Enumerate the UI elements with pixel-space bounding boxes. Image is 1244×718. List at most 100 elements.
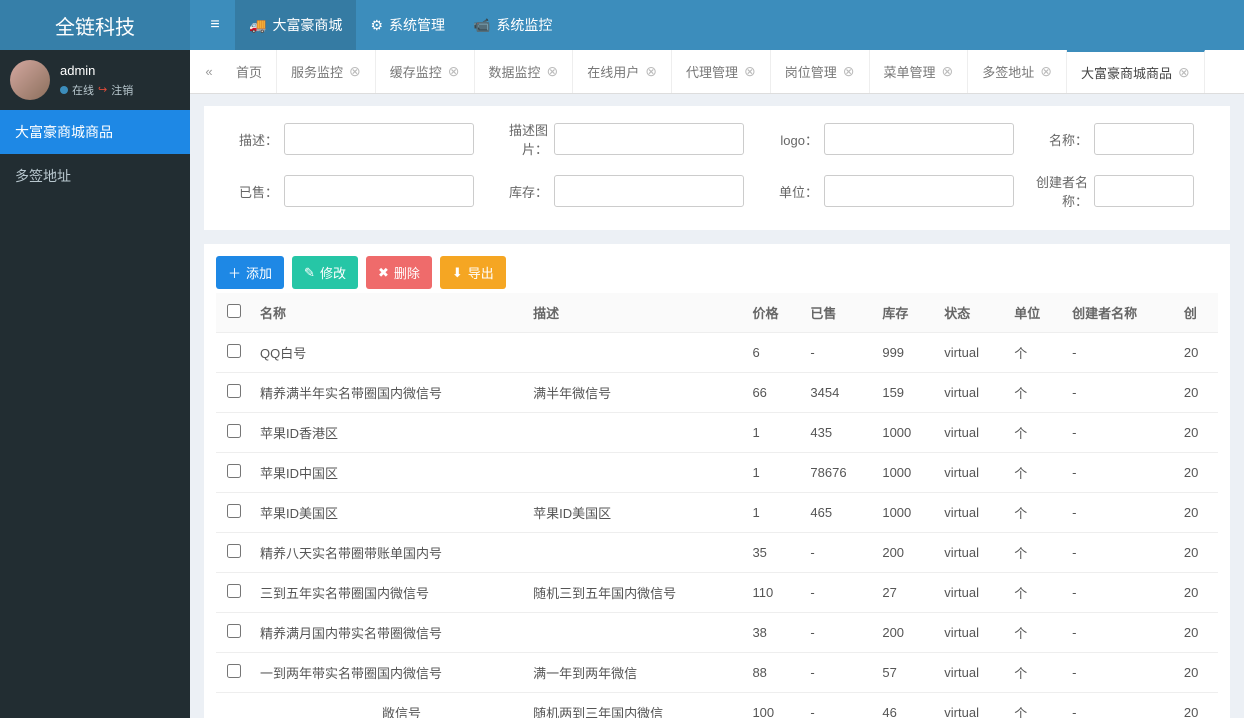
column-header[interactable]: 名称 (252, 293, 525, 333)
topnav-label: 系统监控 (496, 15, 552, 35)
close-icon[interactable]: ⊗ (942, 63, 954, 80)
user-panel: admin 在线 ↪ 注销 (0, 50, 190, 110)
tab[interactable]: 多签地址⊗ (968, 50, 1067, 93)
topnav-item[interactable]: ⚙系统管理 (356, 0, 459, 50)
column-header[interactable]: 状态 (936, 293, 1006, 333)
cell-price: 1 (744, 493, 802, 533)
cell-sold: 3454 (802, 373, 874, 413)
cell-sold: - (802, 573, 874, 613)
sidebar-item[interactable]: 多签地址 (0, 154, 190, 198)
field-label: 单位： (754, 182, 824, 201)
table-row[interactable]: 精养满月国内带实名带圈微信号38-200virtual个-20 (216, 613, 1218, 653)
field-input[interactable] (284, 175, 474, 207)
select-all-checkbox[interactable] (227, 304, 241, 318)
field-input[interactable] (824, 175, 1014, 207)
tab[interactable]: 代理管理⊗ (672, 50, 771, 93)
field-input[interactable] (554, 175, 744, 207)
cell-desc (525, 533, 744, 573)
delete-button[interactable]: ✖删除 (366, 256, 432, 289)
row-checkbox[interactable] (227, 584, 241, 598)
close-icon[interactable]: ⊗ (547, 63, 559, 80)
field-input[interactable] (1094, 175, 1194, 207)
cell-sold: 465 (802, 493, 874, 533)
table-row[interactable]: 三到五年实名带圈国内微信号随机三到五年国内微信号110-27virtual个-2… (216, 573, 1218, 613)
edit-button[interactable]: ✎修改 (292, 256, 358, 289)
column-header[interactable]: 创建者名称 (1064, 293, 1176, 333)
cell-desc: 苹果ID美国区 (525, 493, 744, 533)
row-checkbox[interactable] (227, 424, 241, 438)
close-icon[interactable]: ⊗ (744, 63, 756, 80)
table-row[interactable]: 敞信号随机两到三年国内微信100-46virtual个-20 (216, 693, 1218, 718)
cell-desc: 随机三到五年国内微信号 (525, 573, 744, 613)
column-header[interactable]: 库存 (874, 293, 936, 333)
logout-link[interactable]: 注销 (111, 82, 133, 98)
close-icon[interactable]: ⊗ (645, 63, 657, 80)
tab[interactable]: 首页 (222, 50, 277, 93)
row-checkbox[interactable] (227, 624, 241, 638)
table-row[interactable]: 精养满半年实名带圈国内微信号满半年微信号663454159virtual个-20 (216, 373, 1218, 413)
column-header[interactable]: 创 (1176, 293, 1218, 333)
field-input[interactable] (554, 123, 744, 155)
close-icon[interactable]: ⊗ (349, 63, 361, 80)
user-status-label: 在线 (72, 82, 94, 98)
close-icon[interactable]: ⊗ (1178, 64, 1190, 81)
sidebar-toggle[interactable]: ≡ (195, 16, 235, 34)
cell-desc (525, 333, 744, 373)
column-header[interactable]: 单位 (1006, 293, 1064, 333)
column-header[interactable]: 价格 (744, 293, 802, 333)
cell-creator: - (1064, 693, 1176, 718)
topnav-item[interactable]: 📹系统监控 (459, 0, 566, 50)
row-checkbox[interactable] (227, 344, 241, 358)
row-checkbox[interactable] (227, 504, 241, 518)
cell-sold: - (802, 533, 874, 573)
tab[interactable]: 服务监控 ⊗ (277, 50, 376, 93)
row-checkbox[interactable] (227, 384, 241, 398)
tab-scroll-left[interactable]: « (196, 50, 222, 93)
tab[interactable]: 缓存监控⊗ (376, 50, 475, 93)
column-header[interactable]: 已售 (802, 293, 874, 333)
field-label: 创建者名称： (1024, 172, 1094, 210)
cell-price: 100 (744, 693, 802, 718)
table-row[interactable]: 苹果ID美国区苹果ID美国区14651000virtual个-20 (216, 493, 1218, 533)
form-group: 描述： (214, 120, 474, 158)
column-header[interactable]: 描述 (525, 293, 744, 333)
row-checkbox[interactable] (227, 464, 241, 478)
table-row[interactable]: 一到两年带实名带圈国内微信号满一年到两年微信88-57virtual个-20 (216, 653, 1218, 693)
tab[interactable]: 数据监控 ⊗ (475, 50, 574, 93)
close-icon[interactable]: ⊗ (843, 63, 855, 80)
export-button[interactable]: ⬇导出 (440, 256, 506, 289)
table-row[interactable]: 精养八天实名带圈带账单国内号35-200virtual个-20 (216, 533, 1218, 573)
table-row[interactable]: 苹果ID中国区1786761000virtual个-20 (216, 453, 1218, 493)
form-group: 库存： (484, 172, 744, 210)
form-group: 名称： (1024, 120, 1194, 158)
cell-desc (525, 613, 744, 653)
cell-ext: 20 (1176, 653, 1218, 693)
close-icon[interactable]: ⊗ (448, 63, 460, 80)
field-label: 名称： (1024, 130, 1094, 149)
field-input[interactable] (284, 123, 474, 155)
tab-label: 数据监控 (489, 62, 541, 81)
cell-stock: 27 (874, 573, 936, 613)
row-checkbox[interactable] (227, 544, 241, 558)
field-input[interactable] (1094, 123, 1194, 155)
table-row[interactable]: 苹果ID香港区14351000virtual个-20 (216, 413, 1218, 453)
cell-price: 1 (744, 413, 802, 453)
tab[interactable]: 菜单管理⊗ (870, 50, 969, 93)
tab-label: 服务监控 (291, 62, 343, 81)
add-button[interactable]: ＋添加 (216, 256, 284, 289)
cell-stock: 200 (874, 613, 936, 653)
tab[interactable]: 大富豪商城商品⊗ (1067, 50, 1205, 93)
cell-creator: - (1064, 333, 1176, 373)
content-area: 描述：描述图片：logo：名称： 已售：库存：单位：创建者名称： ＋添加 ✎修改… (190, 94, 1244, 718)
field-input[interactable] (824, 123, 1014, 155)
sidebar-item[interactable]: 大富豪商城商品 (0, 110, 190, 154)
close-icon[interactable]: ⊗ (1040, 63, 1052, 80)
cell-name: 精养八天实名带圈带账单国内号 (252, 533, 525, 573)
cell-stock: 1000 (874, 413, 936, 453)
tab[interactable]: 岗位管理⊗ (771, 50, 870, 93)
cell-stock: 1000 (874, 453, 936, 493)
table-row[interactable]: QQ白号6-999virtual个-20 (216, 333, 1218, 373)
topnav-item[interactable]: 🚚大富豪商城 (235, 0, 356, 50)
tab[interactable]: 在线用户⊗ (573, 50, 672, 93)
row-checkbox[interactable] (227, 664, 241, 678)
